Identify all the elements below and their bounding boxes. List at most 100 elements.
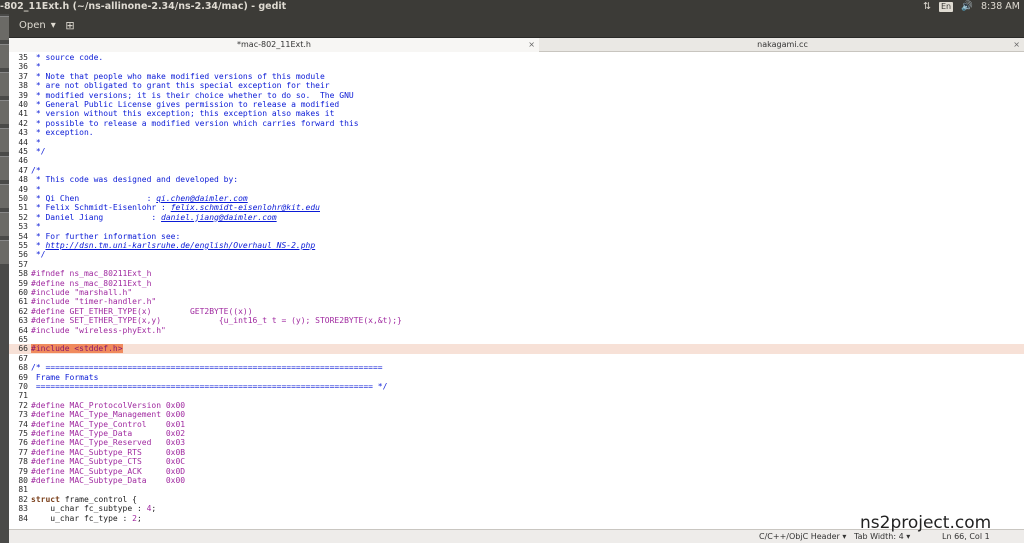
line-number: 42 — [18, 118, 28, 128]
line-text: #define MAC_Type_Reserved 0x03 — [31, 438, 186, 448]
code-line[interactable]: 43 * exception. — [9, 128, 1024, 137]
code-line[interactable]: 54 * For further information see: — [9, 232, 1024, 241]
code-line[interactable]: 75 #define MAC_Type_Data 0x02 — [9, 429, 1024, 438]
code-line[interactable]: 70 =====================================… — [9, 382, 1024, 391]
code-line[interactable]: 63 #define SET_ETHER_TYPE(x,y) {u_int16_t… — [9, 316, 1024, 325]
code-line[interactable]: 71 — [9, 391, 1024, 400]
line-text: #define SET_ETHER_TYPE(x,y) {u_int16_t t… — [31, 316, 402, 326]
code-line[interactable]: 72 #define MAC_ProtocolVersion 0x00 — [9, 401, 1024, 410]
line-number: 41 — [18, 109, 28, 119]
code-line[interactable]: 35 * source code. — [9, 53, 1024, 62]
code-line[interactable]: 56 */ — [9, 250, 1024, 259]
launcher-app-icon[interactable] — [0, 240, 9, 264]
volume-icon[interactable]: 🔊 — [961, 0, 973, 14]
code-line[interactable]: 44 * — [9, 138, 1024, 147]
line-number: 76 — [18, 438, 28, 448]
code-line[interactable]: 57 — [9, 260, 1024, 269]
code-line[interactable]: 68/* ===================================… — [9, 363, 1024, 372]
launcher-app-icon[interactable] — [0, 184, 9, 208]
link[interactable]: daniel.jiang@daimler.com — [161, 213, 277, 222]
line-number: 38 — [18, 81, 28, 91]
clock[interactable]: 8:38 AM — [981, 0, 1020, 14]
launcher-app-icon[interactable] — [0, 16, 9, 40]
line-number: 55 — [18, 241, 28, 250]
link[interactable]: felix.schmidt-eisenlohr@kit.edu — [171, 203, 320, 212]
network-icon[interactable]: ⇅ — [923, 0, 931, 14]
code-line[interactable]: 64 #include "wireless-phyExt.h" — [9, 326, 1024, 335]
launcher-app-icon[interactable] — [0, 72, 9, 96]
launcher-app-icon[interactable] — [0, 44, 9, 68]
line-number: 50 — [18, 194, 28, 203]
code-line[interactable]: 82 struct frame_control { — [9, 495, 1024, 504]
code-line[interactable]: 66 #include <stddef.h> — [9, 344, 1024, 354]
line-number: 82 — [18, 494, 28, 504]
save-button[interactable]: ⊞ — [59, 17, 81, 35]
link[interactable]: qi.chen@daimler.com — [156, 194, 248, 203]
open-button[interactable]: Open ▾ — [13, 17, 62, 35]
code-line[interactable]: 74 #define MAC_Type_Control 0x01 — [9, 420, 1024, 429]
code-line[interactable]: 47/* — [9, 166, 1024, 175]
code-line[interactable]: 52 * Daniel Jiang : daniel.jiang@daimler… — [9, 213, 1024, 222]
code-line[interactable]: 78 #define MAC_Subtype_CTS 0x0C — [9, 457, 1024, 466]
line-number: 46 — [18, 156, 28, 166]
line-number: 64 — [18, 325, 28, 335]
line-text: #define MAC_Type_Management 0x00 — [31, 410, 186, 420]
code-line[interactable]: 65 — [9, 335, 1024, 344]
code-line[interactable]: 80 #define MAC_Subtype_Data 0x00 — [9, 476, 1024, 485]
line-number: 61 — [18, 297, 28, 307]
language-selector[interactable]: C/C++/ObjC Header ▾ — [759, 530, 846, 544]
code-line[interactable]: 45 */ — [9, 147, 1024, 156]
code-line[interactable]: 46 — [9, 156, 1024, 165]
code-line[interactable]: 41 * version without this exception; thi… — [9, 109, 1024, 118]
code-line[interactable]: 77 #define MAC_Subtype_RTS 0x0B — [9, 448, 1024, 457]
code-line[interactable]: 60 #include "marshall.h" — [9, 288, 1024, 297]
close-icon[interactable]: × — [1013, 38, 1020, 52]
code-line[interactable]: 36 * — [9, 62, 1024, 71]
code-line[interactable]: 38 * are not obligated to grant this spe… — [9, 81, 1024, 90]
line-number: 79 — [18, 466, 28, 476]
code-line[interactable]: 50 * Qi Chen : qi.chen@daimler.com — [9, 194, 1024, 203]
launcher-app-icon[interactable] — [0, 212, 9, 236]
tab-nakagami[interactable]: nakagami.cc × — [541, 38, 1024, 52]
tab-mac-802-11ext[interactable]: *mac-802_11Ext.h × — [9, 38, 539, 52]
code-line[interactable]: 37 * Note that people who make modified … — [9, 72, 1024, 81]
code-line[interactable]: 81 — [9, 485, 1024, 494]
line-number: 66 — [18, 344, 28, 354]
code-line[interactable]: 79 #define MAC_Subtype_ACK 0x0D — [9, 467, 1024, 476]
line-text: #include "marshall.h" — [31, 288, 133, 297]
line-number: 53 — [18, 222, 28, 232]
code-line[interactable]: 48 * This code was designed and develope… — [9, 175, 1024, 184]
line-text: #define MAC_ProtocolVersion 0x00 — [31, 400, 186, 410]
tab-label: *mac-802_11Ext.h — [237, 40, 311, 49]
line-text: /* =====================================… — [31, 363, 383, 373]
code-line[interactable]: 53 * — [9, 222, 1024, 231]
line-text: * For further information see: — [31, 231, 181, 241]
code-line[interactable]: 69 Frame Formats — [9, 373, 1024, 382]
code-editor[interactable]: 35 * source code. 36 * 37 * Note that peop… — [9, 52, 1024, 529]
close-icon[interactable]: × — [528, 38, 535, 52]
code-line[interactable]: 58 #ifndef ns_mac_80211Ext_h — [9, 269, 1024, 278]
link[interactable]: http://dsn.tm.uni-karlsruhe.de/english/O… — [45, 241, 315, 250]
launcher-app-icon[interactable] — [0, 100, 9, 124]
code-line[interactable]: 76 #define MAC_Type_Reserved 0x03 — [9, 438, 1024, 447]
code-line[interactable]: 42 * possible to release a modified vers… — [9, 119, 1024, 128]
code-line[interactable]: 55 * http://dsn.tm.uni-karlsruhe.de/engl… — [9, 241, 1024, 250]
code-line[interactable]: 40 * General Public License gives permis… — [9, 100, 1024, 109]
line-text: #define ns_mac_80211Ext_h — [31, 278, 152, 288]
code-line[interactable]: 51 * Felix Schmidt-Eisenlohr : felix.sch… — [9, 203, 1024, 212]
launcher-app-icon[interactable] — [0, 128, 9, 152]
line-number: 51 — [18, 203, 28, 213]
code-line[interactable]: 49 * — [9, 185, 1024, 194]
line-number: 54 — [18, 231, 28, 241]
line-text: struct frame_control { — [31, 494, 137, 504]
code-line[interactable]: 67 — [9, 354, 1024, 363]
code-line[interactable]: 61 #include "timer-handler.h" — [9, 297, 1024, 306]
launcher-app-icon[interactable] — [0, 156, 9, 180]
tab-width-label: Tab Width: 4 — [854, 532, 904, 541]
code-line[interactable]: 59 #define ns_mac_80211Ext_h — [9, 279, 1024, 288]
code-line[interactable]: 39 * modified versions; it is their choi… — [9, 91, 1024, 100]
code-line[interactable]: 62 #define GET_ETHER_TYPE(x) GET2BYTE((x)… — [9, 307, 1024, 316]
keyboard-indicator[interactable]: En — [938, 2, 954, 12]
line-number: 78 — [18, 457, 28, 467]
code-line[interactable]: 73 #define MAC_Type_Management 0x00 — [9, 410, 1024, 419]
